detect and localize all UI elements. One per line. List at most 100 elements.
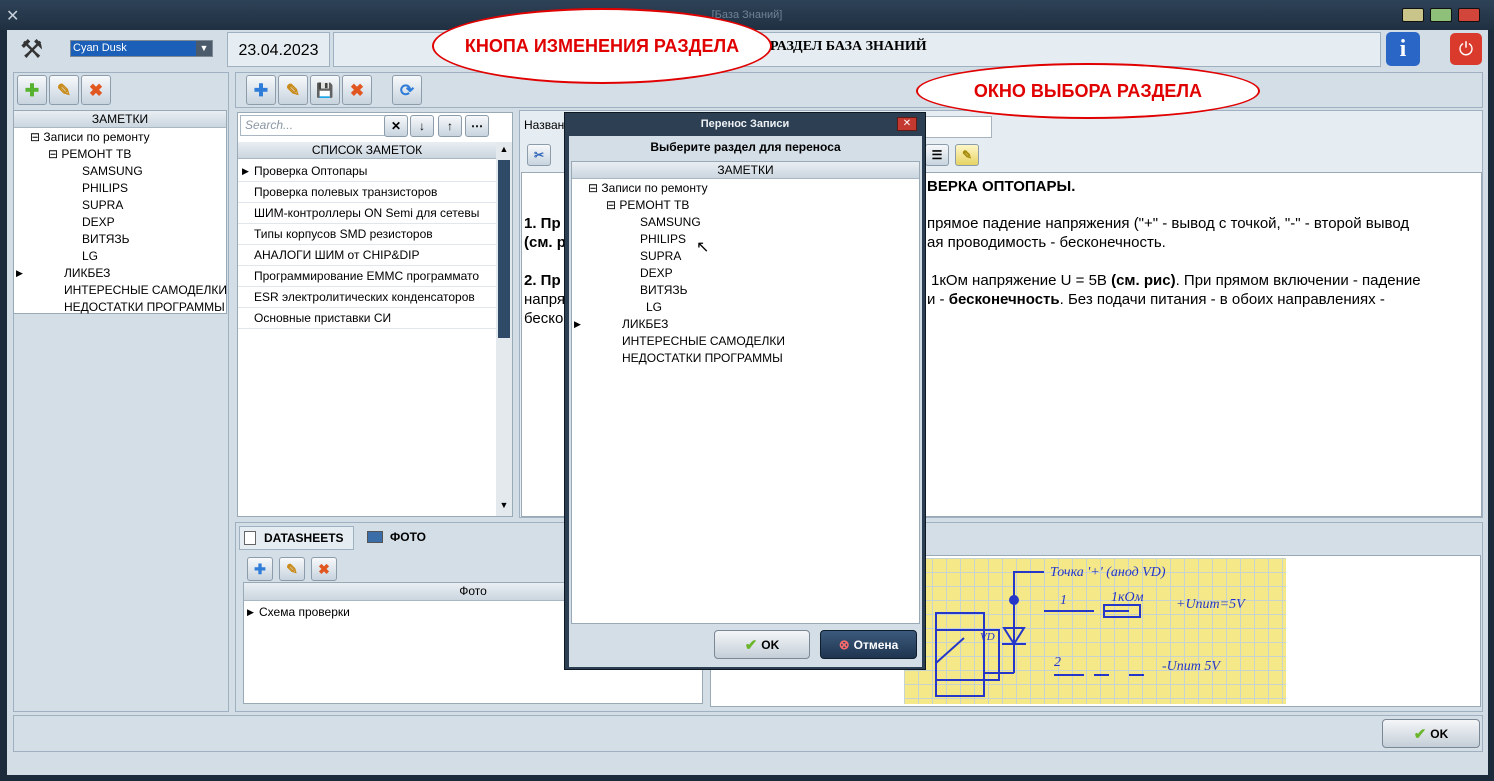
tree-item[interactable]: PHILIPS [572, 231, 919, 248]
app-icon: ✕ [6, 8, 20, 25]
sketch-label: 1кОм [1111, 590, 1144, 605]
minimize-button[interactable] [1402, 8, 1424, 22]
tree-item-label: ЛИКБЕЗ [622, 317, 669, 331]
sketch-label: 1 [1060, 593, 1067, 608]
tree-item[interactable]: ВИТЯЗЬ [572, 282, 919, 299]
sketch-label: Точка '+' (анод VD) [1050, 565, 1166, 580]
dialog-close-icon[interactable]: ✕ [897, 117, 917, 131]
ok-button-label: OK [1430, 726, 1449, 741]
maximize-button[interactable] [1430, 8, 1452, 22]
name-input[interactable] [920, 116, 992, 138]
tree-item[interactable]: ▶ ЛИКБЕЗ [572, 316, 919, 333]
tree-root[interactable]: ⊟ Записи по ремонту [14, 129, 226, 146]
tree-item[interactable]: SUPRA [14, 197, 226, 214]
scroll-thumb[interactable] [498, 160, 510, 338]
scrollbar[interactable]: ▲ ▼ [496, 142, 512, 516]
add-photo-button[interactable]: ✚ [247, 557, 273, 581]
list-item[interactable]: АНАЛОГИ ШИМ от CHIP&DIP [238, 245, 496, 266]
image-icon [367, 531, 383, 543]
add-section-button[interactable]: ✚ [17, 75, 47, 105]
tree-item[interactable]: PHILIPS [14, 180, 226, 197]
edit-note-button[interactable]: ✎ [278, 75, 308, 105]
sections-tree: ЗАМЕТКИ ⊟ Записи по ремонту ⊟ РЕМОНТ ТВ … [13, 110, 227, 314]
callout-choose-window: ОКНО ВЫБОРА РАЗДЕЛА [916, 63, 1260, 119]
cursor-icon: ↖ [696, 239, 710, 256]
dialog-tree-header: ЗАМЕТКИ [572, 162, 919, 179]
cut-icon[interactable]: ✂ [527, 144, 551, 166]
list-item[interactable]: Типы корпусов SMD резисторов [238, 224, 496, 245]
tree-item[interactable]: ИНТЕРЕСНЫЕ САМОДЕЛКИ [572, 333, 919, 350]
row-pointer-icon: ▶ [242, 166, 249, 176]
ok-button[interactable]: ✔ OK [1382, 719, 1480, 748]
note-icon[interactable]: ✎ [955, 144, 979, 166]
delete-section-button[interactable]: ✖ [81, 75, 111, 105]
editor-text: беско [524, 310, 564, 327]
dialog-ok-button[interactable]: ✔ OK [714, 630, 810, 659]
tree-item[interactable]: DEXP [572, 265, 919, 282]
name-label: Назван [524, 118, 565, 132]
tree-root[interactable]: ⊟ Записи по ремонту [572, 180, 919, 197]
tree-group[interactable]: ⊟ РЕМОНТ ТВ [572, 197, 919, 214]
sketch-label: 2 [1054, 655, 1061, 670]
info-icon[interactable]: i [1386, 32, 1420, 66]
tree-item[interactable]: ▶ ЛИКБЕЗ [14, 265, 226, 282]
dialog-cancel-button[interactable]: ⊗ Отмена [820, 630, 917, 659]
search-input[interactable]: Search... [240, 115, 386, 136]
list-item[interactable]: Проверка полевых транзисторов [238, 182, 496, 203]
list-item[interactable]: ▶ Проверка Оптопары [238, 161, 496, 182]
theme-select[interactable]: Cyan Dusk ▼ [70, 40, 213, 57]
tree-item[interactable]: НЕДОСТАТКИ ПРОГРАММЫ [572, 350, 919, 367]
delete-note-button[interactable]: ✖ [342, 75, 372, 105]
list-item[interactable]: ШИМ-контроллеры ON Semi для сетевы [238, 203, 496, 224]
sketch-label: -Uпит 5V [1162, 659, 1221, 674]
tab-datasheets-label: DATASHEETS [264, 531, 344, 545]
save-note-button[interactable]: 💾 [310, 75, 340, 105]
tree-item[interactable]: LG [572, 299, 919, 316]
tree-item-label: ЛИКБЕЗ [64, 266, 111, 280]
move-up-button[interactable]: ↑ [438, 115, 462, 137]
scroll-down-icon[interactable]: ▼ [498, 500, 510, 512]
edit-photo-button[interactable]: ✎ [279, 557, 305, 581]
clear-search-button[interactable]: ✕ [384, 115, 408, 137]
tree-item[interactable]: LG [14, 248, 226, 265]
add-note-button[interactable]: ✚ [246, 75, 276, 105]
delete-photo-button[interactable]: ✖ [311, 557, 337, 581]
list-item[interactable]: Основные приставки СИ [238, 308, 496, 329]
tree-item[interactable]: SUPRA [572, 248, 919, 265]
tree-group-label: РЕМОНТ ТВ [61, 147, 132, 161]
footer-bar [13, 715, 1483, 752]
row-pointer-icon: ▶ [16, 268, 23, 278]
editor-text: и - [927, 291, 945, 308]
callout-edit-button: КНОПА ИЗМЕНЕНИЯ РАЗДЕЛА [432, 8, 772, 84]
move-record-dialog: Перенос Записи ✕ Выберите раздел для пер… [564, 112, 926, 670]
list-item[interactable]: ESR электролитических конденсаторов [238, 287, 496, 308]
power-icon[interactable]: ⏻ [1450, 33, 1482, 65]
tree-item[interactable]: SAMSUNG [14, 163, 226, 180]
move-down-button[interactable]: ↓ [410, 115, 434, 137]
tree-item[interactable]: ИНТЕРЕСНЫЕ САМОДЕЛКИ [14, 282, 227, 299]
close-button[interactable] [1458, 8, 1480, 22]
tree-item[interactable]: ВИТЯЗЬ [14, 231, 226, 248]
list-item-label: Схема проверки [259, 605, 350, 619]
editor-heading: ВЕРКА ОПТОПАРЫ. [927, 178, 1076, 195]
tree-item[interactable]: SAMSUNG [572, 214, 919, 231]
sketch-label: +Uпит=5V [1176, 597, 1246, 612]
edit-section-button[interactable]: ✎ [49, 75, 79, 105]
editor-text: ая проводимость - бесконечность. [927, 234, 1166, 251]
tree-header: ЗАМЕТКИ [14, 111, 226, 128]
scroll-up-icon[interactable]: ▲ [498, 144, 510, 156]
tree-item[interactable]: DEXP [14, 214, 226, 231]
more-button[interactable]: ⋯ [465, 115, 489, 137]
move-note-button[interactable]: ⟳ [392, 75, 422, 105]
tab-datasheets[interactable]: DATASHEETS [239, 526, 354, 550]
tree-item[interactable]: НЕДОСТАТКИ ПРОГРАММЫ [14, 299, 226, 316]
list-item[interactable]: Программирование EMMC программато [238, 266, 496, 287]
list-item-label: Проверка Оптопары [254, 164, 368, 178]
align-icon[interactable]: ☰ [925, 144, 949, 166]
editor-text: . При прямом включении - падение [1175, 272, 1421, 289]
chevron-down-icon[interactable]: ▼ [196, 41, 212, 56]
tree-group[interactable]: ⊟ РЕМОНТ ТВ [14, 146, 226, 163]
check-icon: ✔ [744, 636, 758, 654]
dialog-ok-label: OK [761, 637, 780, 652]
dialog-tree[interactable]: ЗАМЕТКИ ⊟ Записи по ремонту ⊟ РЕМОНТ ТВ … [571, 161, 920, 624]
